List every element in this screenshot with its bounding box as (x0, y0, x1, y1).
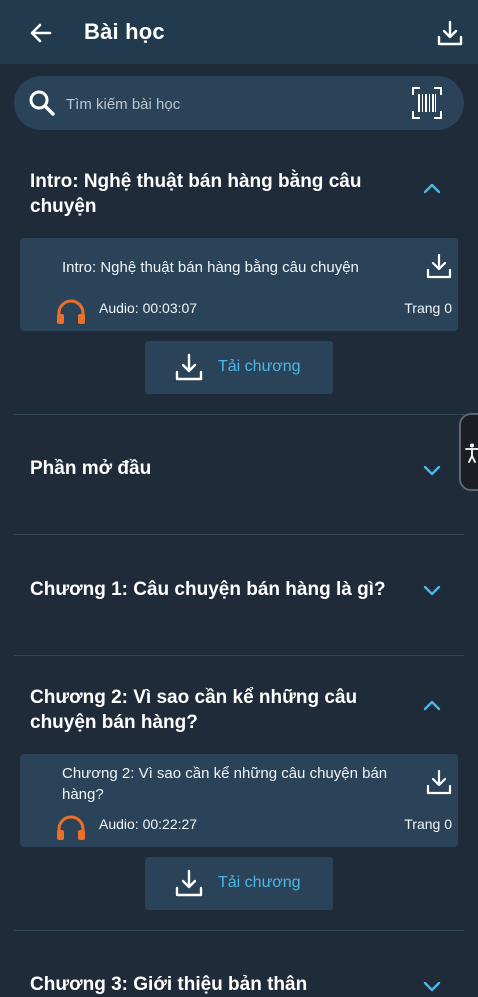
headphones-icon (57, 815, 85, 840)
download-icon[interactable] (426, 253, 452, 279)
download-chapter-button[interactable]: Tải chương (145, 857, 333, 910)
audio-duration: Audio: 00:22:27 (99, 816, 198, 832)
download-chapter-label: Tải chương (218, 874, 301, 891)
headphones-icon (57, 299, 85, 324)
barcode-scan-icon[interactable] (412, 87, 442, 119)
app-header: Bài học (0, 0, 478, 64)
page-title: Bài học (84, 19, 165, 44)
lesson-card[interactable]: Chương 2: Vì sao cần kể những câu chuyện… (20, 754, 458, 847)
accessibility-icon (465, 443, 478, 463)
page-number: Trang 0 (404, 300, 452, 316)
search-bar (14, 76, 464, 130)
page-number: Trang 0 (404, 816, 452, 832)
download-chapter-label: Tải chương (218, 358, 301, 375)
divider (14, 414, 464, 415)
lesson-card[interactable]: Intro: Nghệ thuật bán hàng bằng câu chuy… (20, 238, 458, 331)
search-icon (29, 90, 55, 116)
chevron-down-icon[interactable] (422, 584, 442, 598)
divider (14, 930, 464, 931)
download-chapter-button[interactable]: Tải chương (145, 341, 333, 394)
lesson-title: Intro: Nghệ thuật bán hàng bằng câu chuy… (62, 259, 359, 276)
lesson-title: Chương 2: Vì sao cần kể những câu chuyện… (62, 765, 388, 803)
download-icon[interactable] (426, 769, 452, 795)
chevron-down-icon[interactable] (422, 980, 442, 994)
divider (14, 655, 464, 656)
section-title-chuong-1[interactable]: Chương 1: Câu chuyện bán hàng là gì? (30, 577, 410, 602)
audio-duration: Audio: 00:03:07 (99, 300, 198, 316)
download-icon[interactable] (436, 19, 464, 47)
accessibility-button[interactable] (459, 413, 478, 491)
chevron-up-icon[interactable] (422, 181, 442, 195)
download-icon (175, 353, 203, 381)
arrow-left-icon[interactable] (28, 20, 54, 46)
section-title-intro[interactable]: Intro: Nghệ thuật bán hàng bằng câu chuy… (30, 169, 400, 219)
section-title-phan-mo-dau[interactable]: Phần mở đầu (30, 456, 400, 481)
section-title-chuong-3[interactable]: Chương 3: Giới thiệu bản thân (30, 972, 400, 997)
divider (14, 534, 464, 535)
download-icon (175, 869, 203, 897)
chevron-down-icon[interactable] (422, 464, 442, 478)
search-input[interactable] (64, 88, 408, 120)
chevron-up-icon[interactable] (422, 698, 442, 712)
section-title-chuong-2[interactable]: Chương 2: Vì sao cần kể những câu chuyện… (30, 685, 400, 735)
